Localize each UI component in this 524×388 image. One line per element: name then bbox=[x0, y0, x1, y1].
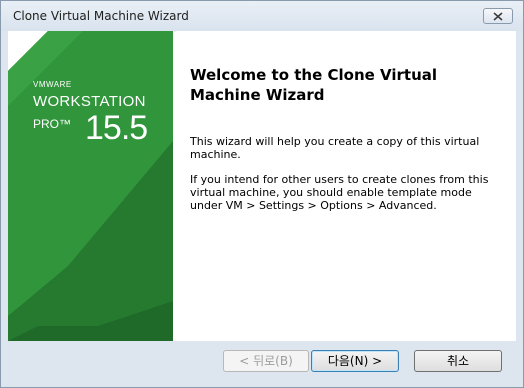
page-title: Welcome to the Clone Virtual Machine Wiz… bbox=[190, 66, 438, 104]
title-bar: Clone Virtual Machine Wizard bbox=[1, 1, 523, 31]
next-button[interactable]: 다음(N) > bbox=[311, 350, 399, 372]
close-button[interactable] bbox=[483, 8, 513, 24]
template-mode-text: If you intend for other users to create … bbox=[190, 173, 489, 212]
wizard-window: Clone Virtual Machine Wizard VMWARE WORK… bbox=[0, 0, 524, 388]
banner-graphic bbox=[8, 31, 173, 341]
product-name: WORKSTATION bbox=[33, 93, 146, 110]
cancel-button[interactable]: 취소 bbox=[414, 350, 502, 372]
close-icon bbox=[493, 12, 503, 21]
product-version: 15.5 bbox=[85, 109, 148, 147]
product-edition: PRO™ bbox=[33, 117, 72, 131]
product-banner: VMWARE WORKSTATION PRO™ 15.5 bbox=[8, 31, 173, 341]
wizard-content: VMWARE WORKSTATION PRO™ 15.5 Welcome to … bbox=[8, 31, 516, 341]
window-title: Clone Virtual Machine Wizard bbox=[13, 9, 189, 23]
intro-text: This wizard will help you create a copy … bbox=[190, 135, 480, 161]
brand-logo: VMWARE WORKSTATION bbox=[33, 80, 146, 110]
vendor-name: VMWARE bbox=[33, 80, 72, 89]
back-button[interactable]: < 뒤로(B) bbox=[223, 350, 309, 372]
